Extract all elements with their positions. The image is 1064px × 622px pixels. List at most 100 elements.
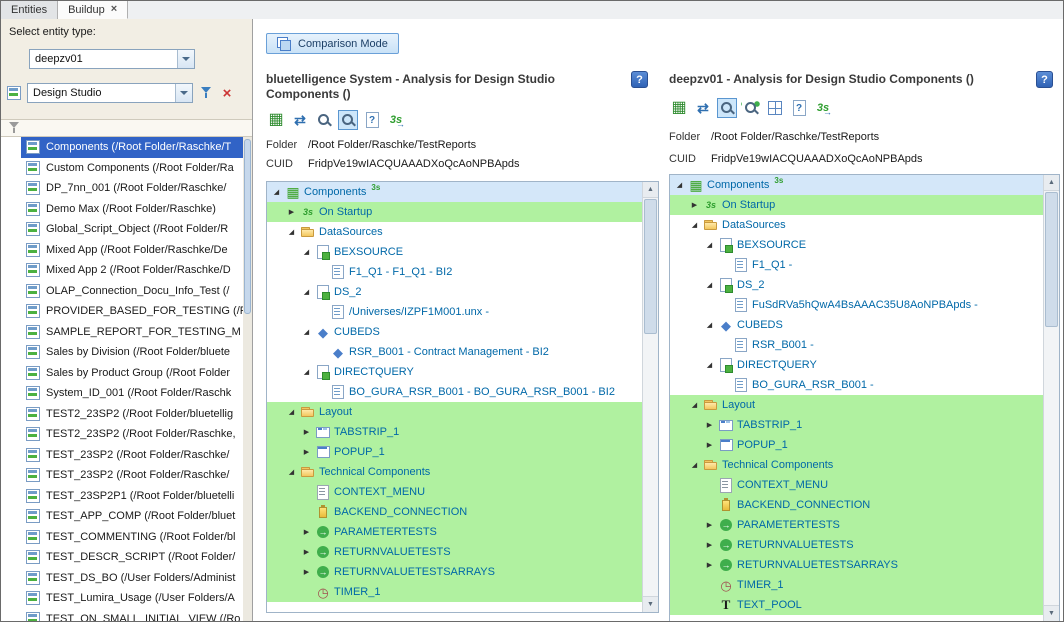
entity-list-item[interactable]: TEST_23SP2 (/Root Folder/Raschke/ [1,445,243,466]
tree-item[interactable]: DataSources [267,222,643,242]
export-excel-icon[interactable] [669,98,689,118]
right-help-icon[interactable] [1036,71,1053,88]
entity-list-item[interactable]: PROVIDER_BASED_FOR_TESTING (/R [1,301,243,322]
tree-item[interactable]: DS_2 [267,282,643,302]
entity-list-item[interactable]: Global_Script_Object (/Root Folder/R [1,219,243,240]
expand-arrow-icon[interactable] [301,548,312,556]
entity-list-item[interactable]: TEST_DS_BO (/User Folders/Administ [1,568,243,589]
entity-list-item[interactable]: TEST_COMMENTING (/Root Folder/bl [1,527,243,548]
entity-list-item[interactable]: Mixed App (/Root Folder/Raschke/De [1,240,243,261]
expand-arrow-icon[interactable] [704,541,715,549]
tree-item[interactable]: CONTEXT_MENU [267,482,643,502]
tree-item[interactable]: DIRECTQUERY [267,362,643,382]
tree-item[interactable]: BEXSOURCE [267,242,643,262]
tree-item[interactable]: DIRECTQUERY [670,355,1044,375]
collapse-arrow-icon[interactable] [689,461,700,469]
collapse-arrow-icon[interactable] [286,468,297,476]
expand-arrow-icon[interactable] [704,441,715,449]
zoom-icon[interactable] [717,98,737,118]
scroll-up-icon[interactable] [643,182,658,198]
entity-list-item[interactable]: OLAP_Connection_Docu_Info_Test (/ [1,281,243,302]
tree-item[interactable]: Technical Components [670,455,1044,475]
tree-item[interactable]: PARAMETERTESTS [267,522,643,542]
collapse-arrow-icon[interactable] [301,288,312,296]
tree-item[interactable]: TABSTRIP_1 [267,422,643,442]
tree-item[interactable]: RETURNVALUETESTS [670,535,1044,555]
chevron-down-icon[interactable] [177,50,194,68]
collapse-arrow-icon[interactable] [286,408,297,416]
tree-item[interactable]: CONTEXT_MENU [670,475,1044,495]
tree-item[interactable]: Components3s [267,182,643,202]
entity-list-item[interactable]: SAMPLE_REPORT_FOR_TESTING_M (/ [1,322,243,343]
entity-type-combobox[interactable]: Design Studio [27,83,193,103]
entity-list-item[interactable]: TEST_Lumira_Usage (/User Folders/A [1,588,243,609]
tree-item[interactable]: RETURNVALUETESTS [267,542,643,562]
left-help-icon[interactable] [631,71,648,88]
expand-arrow-icon[interactable] [301,448,312,456]
expand-arrow-icon[interactable] [286,208,297,216]
tree-item[interactable]: F1_Q1 - [670,255,1044,275]
entity-list-item[interactable]: TEST_ON_SMALL_INITIAL_VIEW (/Ro [1,609,243,622]
collapse-arrow-icon[interactable] [301,248,312,256]
scrollbar-thumb[interactable] [244,139,251,314]
tree-item[interactable]: Technical Components [267,462,643,482]
sidebar-scrollbar[interactable] [243,137,252,621]
collapse-arrow-icon[interactable] [301,328,312,336]
tree-item[interactable]: BO_GURA_RSR_B001 - [670,375,1044,395]
tree-item[interactable]: F1_Q1 - F1_Q1 - BI2 [267,262,643,282]
entity-list-item[interactable]: Sales by Division (/Root Folder/bluete [1,342,243,363]
tab-buildup[interactable]: Buildup × [58,1,128,19]
doc-question-icon[interactable] [362,110,382,130]
entity-list-item[interactable]: Sales by Product Group (/Root Folder [1,363,243,384]
tree-item[interactable]: BEXSOURCE [670,235,1044,255]
tree-item[interactable]: BO_GURA_RSR_B001 - BO_GURA_RSR_B001 - BI… [267,382,643,402]
grid-icon[interactable] [765,98,785,118]
entity-list-item[interactable]: Demo Max (/Root Folder/Raschke) [1,199,243,220]
expand-arrow-icon[interactable] [704,421,715,429]
zoom-fit-icon[interactable] [741,98,761,118]
collapse-arrow-icon[interactable] [704,281,715,289]
scrollbar-thumb[interactable] [1045,192,1058,327]
entity-list-item[interactable]: TEST_23SP2 (/Root Folder/Raschke/ [1,465,243,486]
right-tree-scrollbar[interactable] [1043,175,1059,621]
collapse-arrow-icon[interactable] [689,221,700,229]
scrollbar-thumb[interactable] [644,199,657,334]
expand-arrow-icon[interactable] [704,521,715,529]
comparison-mode-button[interactable]: Comparison Mode [266,33,399,54]
transfer-icon[interactable] [693,98,713,118]
entity-list-item[interactable]: Components (/Root Folder/Raschke/T [1,137,243,158]
tree-item[interactable]: TIMER_1 [267,582,643,602]
entity-list-item[interactable]: TEST_APP_COMP (/Root Folder/bluet [1,506,243,527]
entity-list-item[interactable]: System_ID_001 (/Root Folder/Raschk [1,383,243,404]
zoom-icon[interactable] [314,110,334,130]
left-tree-scrollbar[interactable] [642,182,658,612]
startup-script-icon[interactable] [386,110,406,130]
tree-item[interactable]: POPUP_1 [670,435,1044,455]
startup-script-icon[interactable] [813,98,833,118]
collapse-arrow-icon[interactable] [704,241,715,249]
system-combobox[interactable]: deepzv01 [29,49,195,69]
entity-list-item[interactable]: TEST2_23SP2 (/Root Folder/bluetellig [1,404,243,425]
expand-arrow-icon[interactable] [704,561,715,569]
tree-item[interactable]: /Universes/IZPF1M001.unx - [267,302,643,322]
scroll-up-icon[interactable] [1044,175,1059,191]
transfer-icon[interactable] [290,110,310,130]
chevron-down-icon[interactable] [175,84,192,102]
collapse-arrow-icon[interactable] [286,228,297,236]
zoom-fit-icon[interactable] [338,110,358,130]
collapse-arrow-icon[interactable] [689,401,700,409]
collapse-arrow-icon[interactable] [301,368,312,376]
scroll-down-icon[interactable] [1044,605,1059,621]
tree-item[interactable]: PARAMETERTESTS [670,515,1044,535]
tree-item[interactable]: RETURNVALUETESTSARRAYS [670,555,1044,575]
collapse-arrow-icon[interactable] [704,361,715,369]
tree-item[interactable]: TABSTRIP_1 [670,415,1044,435]
entity-list-item[interactable]: Mixed App 2 (/Root Folder/Raschke/D [1,260,243,281]
auto-filter-row[interactable] [1,119,252,137]
collapse-arrow-icon[interactable] [704,321,715,329]
collapse-arrow-icon[interactable] [674,181,685,189]
tree-item[interactable]: On Startup [267,202,643,222]
tree-item[interactable]: TEXT_POOL [670,595,1044,615]
clear-filter-button[interactable] [218,84,236,102]
entity-list-item[interactable]: DP_7nn_001 (/Root Folder/Raschke/ [1,178,243,199]
